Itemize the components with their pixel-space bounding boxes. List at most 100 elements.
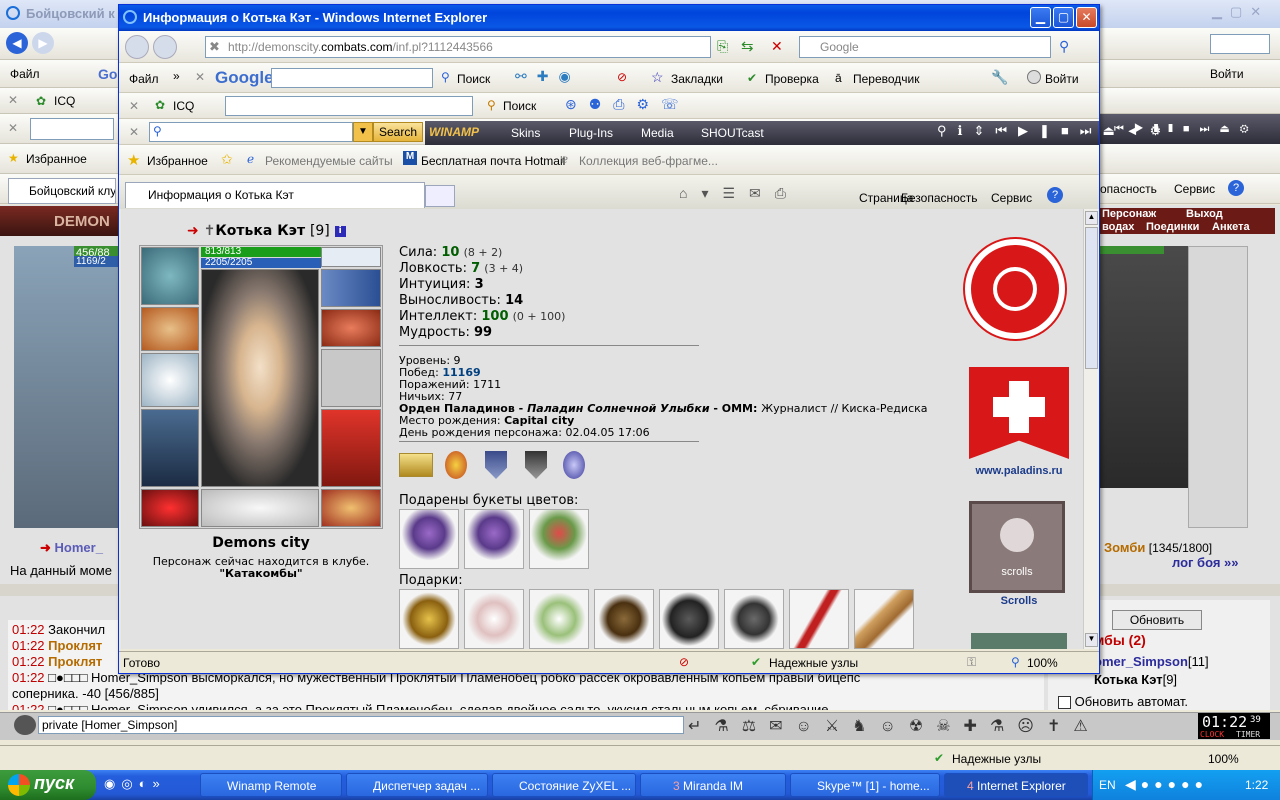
forward-icon[interactable] xyxy=(153,35,177,59)
google-perevodchik[interactable]: Переводчик xyxy=(853,72,920,86)
clan-banner-partial[interactable] xyxy=(971,633,1067,649)
chat-mode-icon[interactable] xyxy=(14,715,36,735)
checkbox-icon[interactable] xyxy=(1058,696,1071,710)
medal-order[interactable] xyxy=(445,451,467,479)
rings-slot[interactable] xyxy=(321,269,381,307)
compat-icon[interactable]: ⎘ xyxy=(717,38,728,55)
maximize-button[interactable]: ▢ xyxy=(1053,7,1074,28)
bracers-slot[interactable] xyxy=(141,307,199,351)
bg-tab[interactable]: Бойцовский клуб xyxy=(8,178,116,204)
status-zoom[interactable]: 100% xyxy=(1027,656,1058,670)
icq-close-icon[interactable]: ✕ xyxy=(129,99,139,113)
bg-tab-poedinki[interactable]: Поединки xyxy=(1146,221,1199,233)
task-miranda[interactable]: 3 Miranda IM xyxy=(640,773,786,797)
menu-file[interactable]: Файл xyxy=(129,72,159,86)
medal-shield-1[interactable] xyxy=(485,451,507,479)
popup-block-icon[interactable]: ⊘ xyxy=(617,70,627,84)
icq-poisk[interactable]: Поиск xyxy=(503,99,536,113)
chat-input[interactable]: private [Homer_Simpson] xyxy=(38,716,684,734)
gift-item[interactable] xyxy=(854,589,914,649)
language-indicator[interactable]: EN xyxy=(1099,778,1116,792)
background-search-box[interactable] xyxy=(1210,34,1270,54)
gift-item[interactable] xyxy=(659,589,719,649)
bg-right-opponent[interactable]: Зомби [1345/1800] xyxy=(1104,540,1212,555)
bg-icq-label[interactable]: ICQ xyxy=(54,94,75,108)
bg-refresh-button[interactable]: Обновить xyxy=(1112,610,1202,630)
flower-bouquet[interactable] xyxy=(464,509,524,569)
add-favorite-icon[interactable]: ✩ xyxy=(221,151,233,168)
background-window-controls[interactable]: ▁▢✕ xyxy=(1212,4,1276,22)
gift-item[interactable] xyxy=(789,589,849,649)
search-input[interactable]: Google xyxy=(799,36,1051,58)
belt-slot[interactable] xyxy=(141,489,199,527)
medal-ring[interactable] xyxy=(399,453,433,477)
winamp-skins[interactable]: Skins xyxy=(511,126,540,140)
gift-item[interactable] xyxy=(594,589,654,649)
armor-slot[interactable] xyxy=(141,409,199,487)
winamp-search-dropdown[interactable]: ▼ xyxy=(353,122,373,142)
search-icon[interactable]: ⚲ xyxy=(1059,38,1069,55)
winamp-search-input[interactable] xyxy=(149,122,353,142)
icq-tool-icons[interactable]: ⊛⚉⎙⚙☏ xyxy=(565,96,691,113)
paladins-banner[interactable] xyxy=(969,367,1069,459)
bg-user-item[interactable]: omer_Simpson[11] xyxy=(1094,654,1209,669)
bg-help-icon[interactable]: ? xyxy=(1228,180,1244,196)
forward-icon[interactable]: ▶ xyxy=(32,32,54,54)
bg-tab-vodah[interactable]: водах xyxy=(1102,221,1134,233)
bg-tab-anketa[interactable]: Анкета xyxy=(1212,221,1250,233)
pet-slot[interactable] xyxy=(201,489,319,527)
cmd-service[interactable]: Сервис xyxy=(991,191,1032,205)
bg-close-icon-2[interactable]: ✕ xyxy=(8,121,18,135)
medal-badge[interactable] xyxy=(563,451,585,479)
ie-title-bar[interactable]: Информация о Котька Кэт - Windows Intern… xyxy=(119,5,1099,31)
gift-item[interactable] xyxy=(399,589,459,649)
gift-item[interactable] xyxy=(529,589,589,649)
fav-hotmail[interactable]: Бесплатная почта Hotmail xyxy=(421,154,565,168)
gloves-slot[interactable] xyxy=(321,309,381,347)
toolbar-close-icon[interactable]: ✕ xyxy=(195,70,205,84)
tray-icons[interactable]: ◀●●●●● xyxy=(1125,776,1208,793)
google-poisk[interactable]: Поиск xyxy=(457,72,490,86)
shield-slot[interactable] xyxy=(321,349,381,407)
gift-item[interactable] xyxy=(464,589,524,649)
private-arrow-icon[interactable]: ➜ xyxy=(187,223,199,239)
scroll-up-icon[interactable]: ▲ xyxy=(1085,211,1098,225)
scrolls-link[interactable]: Scrolls xyxy=(957,595,1081,607)
bookmark-star-icon[interactable]: ☆ xyxy=(651,69,664,86)
wrench-icon[interactable]: 🔧 xyxy=(991,69,1008,86)
stop-icon[interactable]: ✕ xyxy=(771,38,783,55)
winamp-media[interactable]: Media xyxy=(641,126,674,140)
bg-security[interactable]: опасность xyxy=(1100,182,1157,196)
winamp-transport-icons[interactable]: ⚲ℹ⇕⏮▶❚■⏭⏏◄⚙ xyxy=(937,123,1172,139)
task-ie[interactable]: 4 Internet Explorer xyxy=(944,773,1088,797)
search-button[interactable]: Search xyxy=(373,122,423,142)
flower-bouquet[interactable] xyxy=(399,509,459,569)
bg-tab-personazh[interactable]: Персонаж xyxy=(1102,208,1156,220)
task-winamp[interactable]: Winamp Remote xyxy=(200,773,342,797)
chat-action-icons[interactable]: ↵⚗⚖✉☺⚔♞☺☢☠✚⚗☹✝⚠ xyxy=(688,714,1196,738)
google-search-input[interactable] xyxy=(271,68,433,88)
fav-webslices[interactable]: Коллекция веб-фрагме... xyxy=(579,154,718,168)
task-zyxel[interactable]: Состояние ZyXEL ... xyxy=(492,773,636,797)
bg-auto-refresh[interactable]: Обновить автомат. xyxy=(1058,694,1188,710)
back-icon[interactable]: ◀ xyxy=(6,32,28,54)
fav-recommended[interactable]: Рекомендуемые сайты xyxy=(265,154,393,168)
bg-winamp-search[interactable] xyxy=(30,118,114,140)
helmet-slot[interactable] xyxy=(141,247,199,305)
quick-launch-icons[interactable]: ◉◎◐» xyxy=(104,776,194,794)
refresh-icon[interactable]: ⇆ xyxy=(741,37,754,55)
address-input[interactable]: http://demonscity.combats.com/inf.pl?111… xyxy=(205,36,711,58)
bg-voiti[interactable]: Войти xyxy=(1210,67,1244,81)
help-icon[interactable]: ? xyxy=(1047,187,1063,203)
bg-favorites-star-icon[interactable]: ★ xyxy=(8,151,19,165)
weapon-slot[interactable] xyxy=(141,353,199,407)
bg-log-link[interactable]: лог боя »» xyxy=(1172,555,1239,570)
bg-menu-file[interactable]: Файл xyxy=(10,67,40,81)
command-bar-icons[interactable]: ⌂▾☰✉⎙ xyxy=(679,185,800,202)
protected-mode-icon[interactable]: ⚿ xyxy=(967,655,976,670)
google-zakladki[interactable]: Закладки xyxy=(671,72,723,86)
tab-character-info[interactable]: Информация о Котька Кэт xyxy=(125,182,425,208)
favorites-star-icon[interactable]: ★ xyxy=(127,151,140,169)
bg-favorites-label[interactable]: Избранное xyxy=(26,152,87,166)
new-tab-button[interactable] xyxy=(425,185,455,207)
